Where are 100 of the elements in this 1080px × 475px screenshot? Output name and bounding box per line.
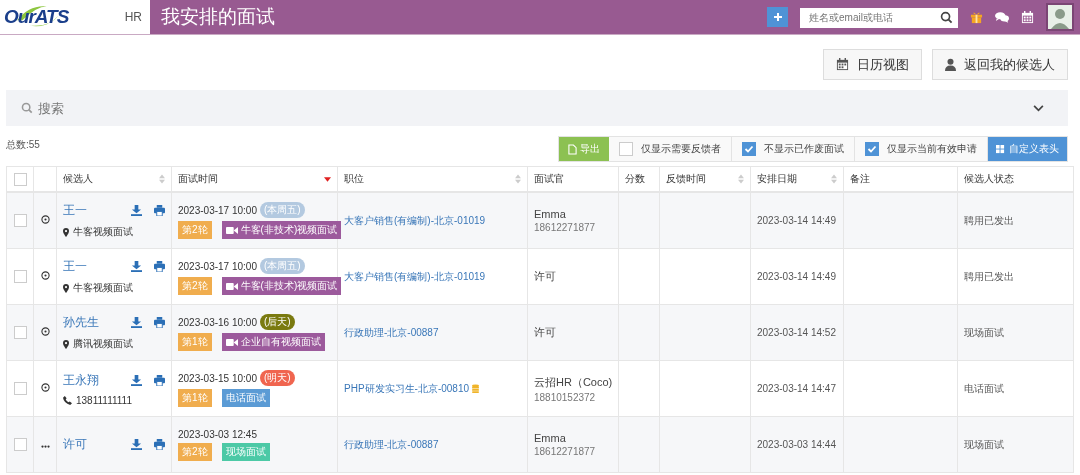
filter-checkbox[interactable]: 仅显示当前有效申请	[855, 137, 988, 161]
interview-type-badge: 牛客(非技术)视频面试	[221, 221, 342, 239]
more-icon[interactable]	[39, 445, 51, 448]
round-badge: 第2轮	[178, 277, 212, 295]
row-checkbox[interactable]	[13, 438, 27, 451]
position-link[interactable]: 大客户销售(有编制)-北京-01019	[344, 270, 486, 282]
module-label: HR	[124, 10, 142, 24]
candidate-link[interactable]: 孙先生	[63, 314, 119, 331]
interviewer-name: Emma	[534, 208, 567, 220]
row-checkbox[interactable]	[13, 382, 27, 395]
clock-icon[interactable]	[40, 271, 50, 280]
row-checkbox[interactable]	[13, 214, 27, 227]
position-link[interactable]: 行政助理-北京-00887	[344, 326, 439, 338]
interview-type-badge: 企业自有视频面试	[221, 333, 325, 351]
candidate-status: 聘用已发出	[964, 270, 1014, 282]
arranged-date: 2023-03-14 14:47	[757, 383, 836, 394]
chevron-down-icon[interactable]	[1033, 105, 1044, 112]
search-bar[interactable]: 搜索	[6, 90, 1068, 126]
candidate-link[interactable]: 王一	[63, 258, 119, 275]
clock-icon[interactable]	[40, 383, 50, 392]
column-header[interactable]: 面试官	[534, 172, 564, 186]
interview-time: 2023-03-17 10:00	[178, 260, 257, 272]
interviewer-name: 许可	[534, 325, 557, 340]
download-icon[interactable]	[131, 261, 142, 272]
print-icon[interactable]	[154, 439, 165, 450]
download-icon[interactable]	[131, 317, 142, 328]
print-icon[interactable]	[154, 374, 165, 386]
map-pin-icon	[63, 283, 69, 293]
candidate-link[interactable]: 王一	[63, 202, 119, 219]
search-icon	[21, 102, 33, 114]
day-badge: (后天)	[259, 314, 295, 330]
grid-icon	[996, 144, 1005, 154]
position-link[interactable]: PHP研发实习生-北京-00810	[344, 382, 470, 394]
candidate-status: 电话面试	[964, 382, 1004, 394]
candidate-link[interactable]: 王永翔	[63, 371, 119, 389]
print-icon[interactable]	[154, 317, 165, 328]
filter-checkbox[interactable]: 不显示已作废面试	[732, 137, 855, 161]
map-pin-icon	[63, 339, 69, 349]
row-checkbox[interactable]	[13, 326, 27, 339]
print-icon[interactable]	[154, 205, 165, 216]
interview-type-badge: 现场面试	[221, 442, 270, 461]
logo[interactable]: OurATS	[4, 6, 69, 28]
interview-time: 2023-03-16 10:00	[178, 316, 257, 328]
column-header[interactable]: 面试时间	[178, 172, 218, 186]
position-link[interactable]: 大客户销售(有编制)-北京-01019	[344, 214, 486, 226]
search-field[interactable]: 姓名或email或电话	[800, 7, 958, 28]
check-icon	[744, 144, 754, 154]
round-badge: 第1轮	[178, 333, 212, 351]
download-icon[interactable]	[131, 205, 142, 216]
column-header[interactable]: 备注	[850, 172, 870, 186]
search-icon[interactable]	[940, 11, 953, 24]
round-badge: 第2轮	[178, 221, 212, 239]
gift-icon[interactable]	[970, 10, 983, 24]
interview-type-badge: 电话面试	[221, 389, 270, 407]
contact-text: 牛客视频面试	[73, 225, 133, 239]
filter-checkbox[interactable]: 仅显示需要反馈者	[609, 137, 732, 161]
day-badge: (本周五)	[259, 202, 305, 218]
candidate-status: 现场面试	[964, 438, 1004, 450]
column-header[interactable]: 候选人	[63, 172, 93, 186]
total-count: 总数:55	[6, 138, 40, 152]
position-link[interactable]: 行政助理-北京-00887	[344, 438, 439, 450]
page-title: 我安排的面试	[161, 5, 275, 29]
check-icon	[867, 144, 877, 154]
phone-icon	[63, 395, 72, 405]
print-icon[interactable]	[154, 261, 165, 272]
interview-time: 2023-03-17 10:00	[178, 204, 257, 216]
interviewer-phone: 18612271877	[534, 446, 597, 457]
round-badge: 第1轮	[178, 389, 212, 407]
candidate-link[interactable]: 许可	[63, 436, 119, 453]
interviewer-name: Emma	[534, 432, 567, 444]
row-checkbox[interactable]	[13, 270, 27, 283]
interview-type-badge: 牛客(非技术)视频面试	[221, 277, 342, 295]
clock-icon[interactable]	[40, 215, 50, 224]
interview-time: 2023-03-15 10:00	[178, 372, 257, 384]
sort-desc-icon[interactable]	[324, 176, 331, 182]
video-camera-icon	[225, 225, 238, 235]
arranged-date: 2023-03-03 14:44	[757, 439, 836, 450]
action-button[interactable]: 返回我的候选人	[932, 49, 1068, 80]
video-camera-icon	[225, 281, 238, 291]
plus-icon	[772, 12, 783, 22]
interviewer-phone: 18612271877	[534, 222, 597, 233]
download-icon[interactable]	[131, 439, 142, 450]
interviewer-phone: 18810152372	[534, 391, 597, 403]
contact-text: 腾讯视频面试	[73, 337, 133, 351]
candidate-status: 现场面试	[964, 326, 1004, 338]
select-all-checkbox[interactable]	[13, 172, 27, 186]
arranged-date: 2023-03-14 14:49	[757, 271, 836, 282]
person-icon	[945, 58, 956, 71]
column-header[interactable]: 职位	[344, 172, 364, 186]
add-button[interactable]	[767, 7, 788, 27]
candidate-status: 聘用已发出	[964, 214, 1014, 226]
chat-icon[interactable]	[995, 10, 1009, 24]
file-icon	[568, 143, 577, 155]
interviewer-name: 许可	[534, 269, 557, 284]
clock-icon[interactable]	[40, 327, 50, 336]
download-icon[interactable]	[131, 374, 142, 386]
action-button[interactable]: 日历视图	[823, 49, 922, 80]
day-badge: (明天)	[259, 370, 295, 386]
avatar-icon[interactable]	[1046, 3, 1074, 31]
calendar-icon[interactable]	[1021, 10, 1034, 24]
